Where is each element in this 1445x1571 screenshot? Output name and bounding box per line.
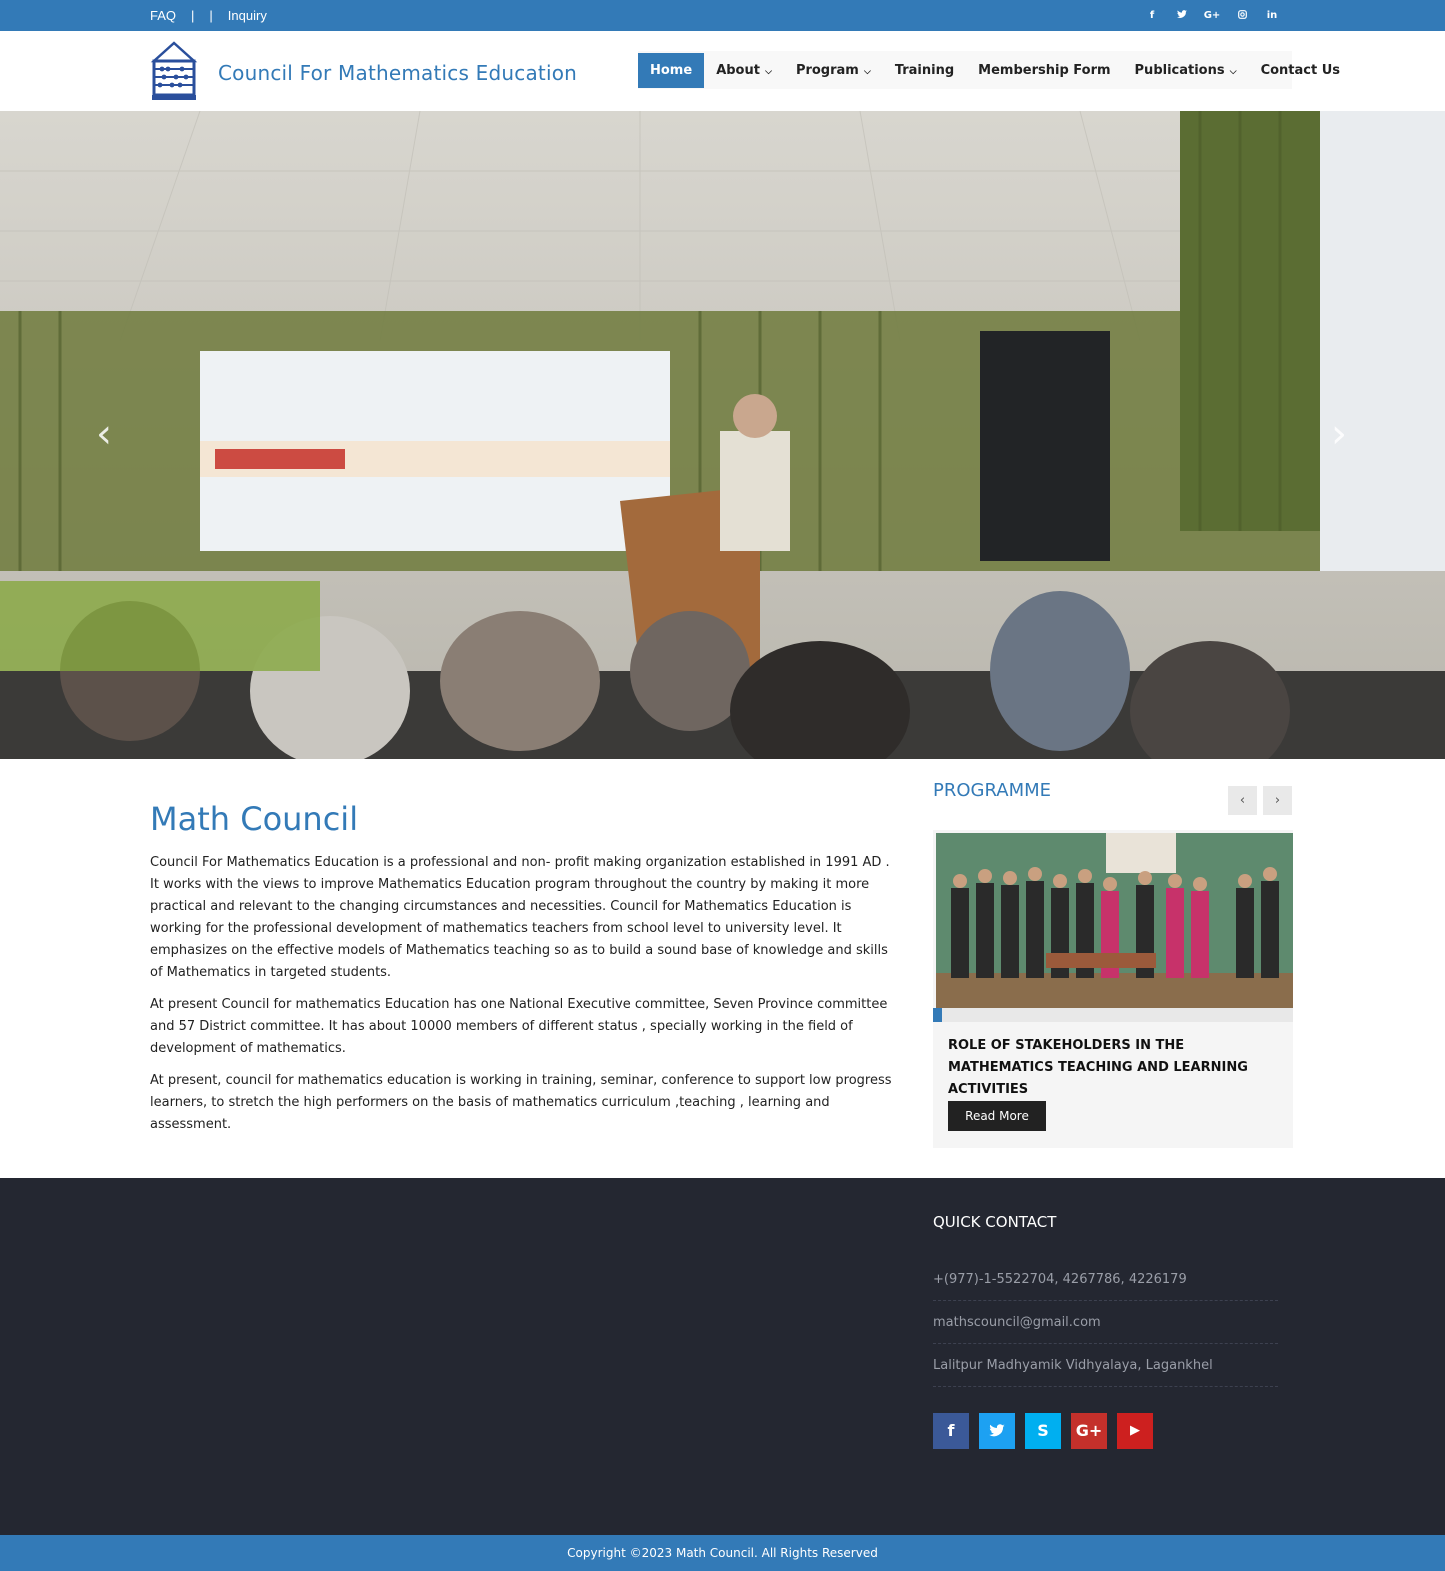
contact-address: Lalitpur Madhyamik Vidhyalaya, Lagankhel	[933, 1344, 1278, 1387]
nav-label: Training	[894, 62, 955, 78]
programme-next-button[interactable]: ›	[1263, 786, 1292, 815]
nav-membership-form[interactable]: Membership Form	[966, 53, 1122, 88]
google-plus-icon[interactable]: G+	[1197, 10, 1227, 21]
nav-home[interactable]: Home	[638, 52, 705, 88]
programme-progress	[933, 1008, 1293, 1022]
site-header: Council For Mathematics Education Home A…	[0, 31, 1445, 111]
hero-image	[0, 111, 1445, 759]
nav-label: Program	[795, 62, 859, 78]
nav-contact-us[interactable]: Contact Us	[1249, 53, 1352, 88]
twitter-icon[interactable]	[1167, 9, 1197, 22]
programme-card: ROLE OF STAKEHOLDERS IN THE MATHEMATICS …	[933, 830, 1293, 1148]
youtube-icon[interactable]: ▶	[1117, 1413, 1153, 1449]
intro-paragraph: At present Council for mathematics Educa…	[150, 997, 888, 1056]
nav-label: Home	[650, 62, 693, 78]
faq-link[interactable]: FAQ	[150, 8, 176, 23]
programme-image[interactable]	[936, 833, 1293, 1008]
nav-publications[interactable]: Publications ⌵	[1123, 53, 1249, 88]
top-social-icons: f G+ in	[1137, 0, 1287, 31]
top-links: FAQ | | Inquiry	[150, 0, 267, 31]
copyright-bar: Copyright ©2023 Math Council. All Rights…	[0, 1535, 1445, 1571]
hero-slider: ‹ ›	[0, 111, 1445, 759]
nav-program[interactable]: Program ⌵	[784, 53, 883, 88]
slider-next-arrow[interactable]: ›	[1331, 411, 1347, 457]
intro-text: Council For Mathematics Education is a p…	[150, 852, 895, 1146]
quick-contact-heading: QUICK CONTACT	[933, 1213, 1057, 1231]
section-title: Math Council	[150, 800, 359, 838]
separator: |	[191, 8, 195, 23]
facebook-icon[interactable]: f	[1137, 10, 1167, 21]
programme-heading: PROGRAMME	[933, 780, 1052, 801]
nav-label: Publications	[1134, 62, 1225, 78]
nav-about[interactable]: About ⌵	[704, 53, 784, 88]
twitter-icon[interactable]	[979, 1413, 1015, 1449]
slider-prev-arrow[interactable]: ‹	[96, 411, 112, 457]
instagram-icon[interactable]	[1227, 9, 1257, 22]
nav-label: Membership Form	[978, 62, 1111, 78]
programme-title[interactable]: ROLE OF STAKEHOLDERS IN THE MATHEMATICS …	[948, 1035, 1278, 1101]
facebook-icon[interactable]: f	[933, 1413, 969, 1449]
chevron-down-icon: ⌵	[860, 66, 871, 77]
separator: |	[209, 8, 213, 23]
read-more-button[interactable]: Read More	[948, 1101, 1046, 1131]
nav-label: About	[716, 62, 760, 78]
nav-label: Contact Us	[1260, 62, 1341, 78]
site-title[interactable]: Council For Mathematics Education	[218, 61, 577, 85]
programme-prev-button[interactable]: ‹	[1228, 786, 1257, 815]
top-bar: FAQ | | Inquiry f G+ in	[0, 0, 1445, 31]
site-logo[interactable]	[150, 41, 198, 101]
skype-icon[interactable]: S	[1025, 1413, 1061, 1449]
contact-email[interactable]: mathscouncil@gmail.com	[933, 1301, 1278, 1344]
google-plus-icon[interactable]: G+	[1071, 1413, 1107, 1449]
contact-phone: +(977)-1-5522704, 4267786, 4226179	[933, 1258, 1278, 1301]
main-navigation: Home About ⌵ Program ⌵ Training Membersh…	[638, 51, 1340, 89]
chevron-down-icon: ⌵	[1226, 66, 1237, 77]
chevron-down-icon: ⌵	[761, 66, 772, 77]
linkedin-icon[interactable]: in	[1257, 10, 1287, 21]
nav-training[interactable]: Training	[883, 53, 966, 88]
footer: QUICK CONTACT +(977)-1-5522704, 4267786,…	[0, 1178, 1445, 1535]
inquiry-link[interactable]: Inquiry	[228, 8, 267, 23]
intro-paragraph: Council For Mathematics Education is a p…	[150, 855, 890, 980]
intro-paragraph: At present, council for mathematics educ…	[150, 1073, 892, 1132]
